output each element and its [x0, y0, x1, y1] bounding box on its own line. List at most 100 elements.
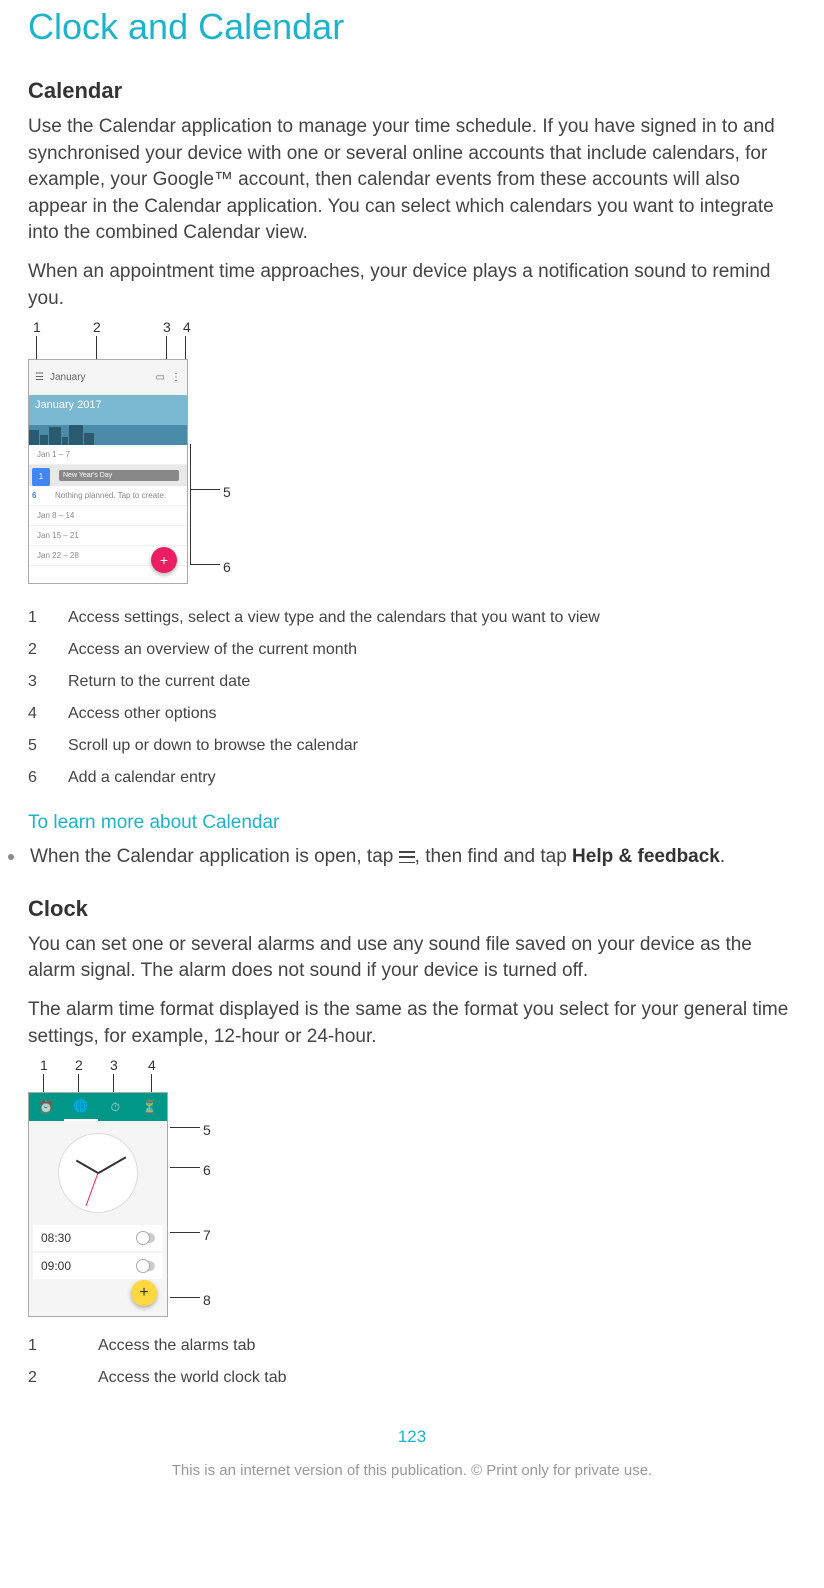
legend-row: 1 Access the alarms tab — [28, 1337, 796, 1355]
callout-line — [170, 1127, 200, 1128]
callout-7: 7 — [203, 1227, 211, 1243]
legend-row: 3 Return to the current date — [28, 673, 796, 691]
calendar-topbar: ☰ January ▭ ⋮ — [29, 360, 187, 395]
callout-2: 2 — [75, 1057, 83, 1073]
callout-line — [96, 336, 97, 359]
callout-3: 3 — [163, 319, 171, 335]
alarm-time: 08:30 — [41, 1231, 71, 1245]
legend-text: Access settings, select a view type and … — [68, 609, 600, 627]
alarm-row: 08:30 — [33, 1225, 163, 1251]
legend-num: 2 — [28, 641, 68, 659]
calendar-para-2: When an appointment time approaches, you… — [28, 259, 796, 312]
calendar-heading: Calendar — [28, 78, 796, 104]
clock-illustration: 1 2 3 4 5 6 7 8 ⏰ 🌐 ⏱ ⏳ 08:30 09:00 + — [28, 1062, 228, 1322]
callout-line — [78, 1074, 79, 1092]
callout-1: 1 — [40, 1057, 48, 1073]
legend-text: Access an overview of the current month — [68, 641, 357, 659]
calendar-screenshot: ☰ January ▭ ⋮ January 2017 Jan 1 – 7 1 N… — [28, 359, 188, 584]
callout-2: 2 — [93, 319, 101, 335]
header-month: January 2017 — [35, 399, 102, 411]
callout-8: 8 — [203, 1292, 211, 1308]
second-hand — [86, 1173, 99, 1206]
date-badge-1: 1 — [32, 468, 50, 486]
calendar-illustration: 1 2 3 4 5 6 ☰ January ▭ ⋮ January 2017 J… — [28, 324, 243, 594]
cal-week-row: Jan 15 – 21 — [29, 526, 187, 546]
add-alarm-fab: + — [131, 1280, 157, 1306]
callout-line — [190, 489, 220, 490]
callout-line — [43, 1074, 44, 1092]
callout-line — [170, 1297, 200, 1298]
date-6: 6 — [32, 491, 36, 500]
learn-more-item: When the Calendar application is open, t… — [28, 844, 796, 871]
callout-line — [185, 336, 186, 359]
month-label: January — [50, 372, 86, 383]
alarm-toggle — [137, 1233, 155, 1243]
legend-num: 1 — [28, 1337, 98, 1355]
timer-tab-icon: ⏳ — [133, 1093, 168, 1121]
hour-hand — [76, 1160, 99, 1174]
legend-row: 2 Access the world clock tab — [28, 1369, 796, 1387]
page-footer: 123 This is an internet version of this … — [28, 1427, 796, 1499]
legend-num: 1 — [28, 609, 68, 627]
bullet-icon — [8, 854, 14, 860]
legend-row: 2 Access an overview of the current mont… — [28, 641, 796, 659]
legend-text: Scroll up or down to browse the calendar — [68, 737, 358, 755]
clock-legend: 1 Access the alarms tab 2 Access the wor… — [28, 1337, 796, 1387]
callout-line — [166, 336, 167, 359]
callout-line — [170, 1167, 200, 1168]
legend-num: 5 — [28, 737, 68, 755]
callout-line — [190, 444, 191, 564]
legend-text: Access the world clock tab — [98, 1369, 287, 1387]
cal-event-row: 1 New Year's Day — [29, 465, 187, 486]
learn-more-heading: To learn more about Calendar — [28, 812, 796, 834]
today-icon: ▭ — [156, 372, 165, 383]
callout-line — [113, 1074, 114, 1092]
legend-num: 2 — [28, 1369, 98, 1387]
alarm-tab-icon: ⏰ — [29, 1093, 64, 1121]
callout-line — [170, 1232, 200, 1233]
calendar-para-1: Use the Calendar application to manage y… — [28, 114, 796, 247]
world-clock-tab-icon: 🌐 — [64, 1093, 99, 1121]
stopwatch-tab-icon: ⏱ — [98, 1093, 133, 1121]
legend-text: Access other options — [68, 705, 217, 723]
event-chip: New Year's Day — [59, 470, 179, 481]
legend-text: Return to the current date — [68, 673, 250, 691]
more-icon: ⋮ — [171, 372, 181, 383]
callout-3: 3 — [110, 1057, 118, 1073]
legend-num: 3 — [28, 673, 68, 691]
minute-hand — [98, 1156, 126, 1173]
nav-drawer-icon: ☰ — [35, 372, 44, 383]
learn-more-text: When the Calendar application is open, t… — [30, 844, 725, 871]
legend-row: 4 Access other options — [28, 705, 796, 723]
cal-week-row: Jan 1 – 7 — [29, 445, 187, 465]
hamburger-icon — [399, 851, 415, 863]
analog-clock-face — [58, 1133, 138, 1213]
legend-row: 5 Scroll up or down to browse the calend… — [28, 737, 796, 755]
callout-line — [151, 1074, 152, 1092]
calendar-legend: 1 Access settings, select a view type an… — [28, 609, 796, 787]
callout-4: 4 — [148, 1057, 156, 1073]
legend-num: 4 — [28, 705, 68, 723]
callout-line — [190, 564, 220, 565]
callout-5: 5 — [203, 1122, 211, 1138]
callout-6: 6 — [203, 1162, 211, 1178]
clock-tabs: ⏰ 🌐 ⏱ ⏳ — [29, 1093, 167, 1121]
clock-heading: Clock — [28, 896, 796, 922]
callout-4: 4 — [183, 319, 191, 335]
cal-empty-row: 6 Nothing planned. Tap to create. — [29, 486, 187, 506]
calendar-header-image: January 2017 — [29, 395, 187, 445]
legend-row: 6 Add a calendar entry — [28, 769, 796, 787]
legend-text: Access the alarms tab — [98, 1337, 255, 1355]
add-event-fab: + — [151, 547, 177, 573]
legend-text: Add a calendar entry — [68, 769, 216, 787]
page-title: Clock and Calendar — [28, 0, 796, 48]
clock-para-1: You can set one or several alarms and us… — [28, 932, 796, 985]
callout-5: 5 — [223, 484, 231, 500]
page-number: 123 — [28, 1427, 796, 1447]
legend-row: 1 Access settings, select a view type an… — [28, 609, 796, 627]
alarm-time: 09:00 — [41, 1259, 71, 1273]
callout-6: 6 — [223, 559, 231, 575]
legend-num: 6 — [28, 769, 68, 787]
clock-screenshot: ⏰ 🌐 ⏱ ⏳ 08:30 09:00 + — [28, 1092, 168, 1317]
skyline-graphic — [29, 425, 187, 445]
